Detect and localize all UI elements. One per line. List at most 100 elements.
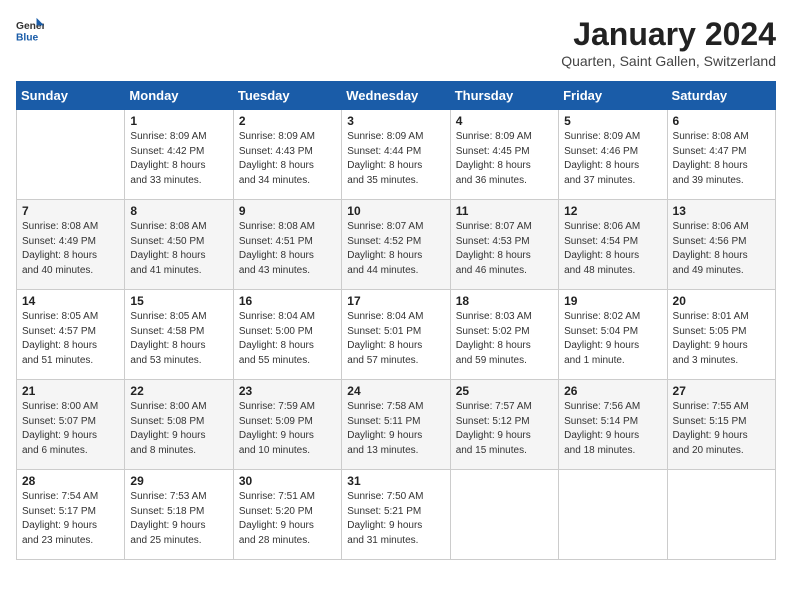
calendar-week-row: 7 Sunrise: 8:08 AM Sunset: 4:49 PM Daylig… <box>17 200 776 290</box>
day-info: Sunrise: 8:04 AM Sunset: 5:01 PM Dayligh… <box>347 310 444 368</box>
day-number: 2 <box>239 114 336 128</box>
calendar-cell: 11Sunrise: 8:07 AM Sunset: 4:53 PM Dayli… <box>450 200 558 290</box>
day-number: 24 <box>347 384 444 398</box>
day-number: 12 <box>564 204 661 218</box>
calendar-cell: 9 Sunrise: 8:08 AM Sunset: 4:51 PM Daylig… <box>233 200 341 290</box>
calendar-table: SundayMondayTuesdayWednesdayThursdayFrid… <box>16 81 776 560</box>
day-info: Sunrise: 7:57 AM Sunset: 5:12 PM Dayligh… <box>456 400 553 458</box>
day-number: 14 <box>22 294 119 308</box>
column-header-sunday: Sunday <box>17 82 125 110</box>
day-info: Sunrise: 8:09 AM Sunset: 4:42 PM Dayligh… <box>130 130 227 188</box>
column-header-friday: Friday <box>559 82 667 110</box>
calendar-cell: 1Sunrise: 8:09 AM Sunset: 4:42 PM Daylig… <box>125 110 233 200</box>
day-info: Sunrise: 8:05 AM Sunset: 4:58 PM Dayligh… <box>130 310 227 368</box>
calendar-cell: 3Sunrise: 8:09 AM Sunset: 4:44 PM Daylig… <box>342 110 450 200</box>
day-info: Sunrise: 8:08 AM Sunset: 4:49 PM Dayligh… <box>22 220 119 278</box>
day-number: 30 <box>239 474 336 488</box>
day-info: Sunrise: 7:58 AM Sunset: 5:11 PM Dayligh… <box>347 400 444 458</box>
day-number: 29 <box>130 474 227 488</box>
calendar-cell: 21 Sunrise: 8:00 AM Sunset: 5:07 PM Dayli… <box>17 380 125 470</box>
calendar-week-row: 21 Sunrise: 8:00 AM Sunset: 5:07 PM Dayli… <box>17 380 776 470</box>
calendar-cell <box>667 470 775 560</box>
day-number: 28 <box>22 474 119 488</box>
calendar-cell: 23 Sunrise: 7:59 AM Sunset: 5:09 PM Dayli… <box>233 380 341 470</box>
calendar-cell: 14 Sunrise: 8:05 AM Sunset: 4:57 PM Dayli… <box>17 290 125 380</box>
svg-text:Blue: Blue <box>16 32 39 43</box>
day-info: Sunrise: 8:05 AM Sunset: 4:57 PM Dayligh… <box>22 310 119 368</box>
day-number: 8 <box>130 204 227 218</box>
day-number: 17 <box>347 294 444 308</box>
calendar-cell: 6 Sunrise: 8:08 AM Sunset: 4:47 PM Daylig… <box>667 110 775 200</box>
day-info: Sunrise: 8:06 AM Sunset: 4:54 PM Dayligh… <box>564 220 661 278</box>
day-info: Sunrise: 8:02 AM Sunset: 5:04 PM Dayligh… <box>564 310 661 368</box>
calendar-cell: 10 Sunrise: 8:07 AM Sunset: 4:52 PM Dayli… <box>342 200 450 290</box>
column-header-tuesday: Tuesday <box>233 82 341 110</box>
calendar-body: 1Sunrise: 8:09 AM Sunset: 4:42 PM Daylig… <box>17 110 776 560</box>
calendar-cell: 13 Sunrise: 8:06 AM Sunset: 4:56 PM Dayli… <box>667 200 775 290</box>
day-number: 20 <box>673 294 770 308</box>
day-info: Sunrise: 8:09 AM Sunset: 4:46 PM Dayligh… <box>564 130 661 188</box>
day-info: Sunrise: 7:59 AM Sunset: 5:09 PM Dayligh… <box>239 400 336 458</box>
calendar-cell: 31 Sunrise: 7:50 AM Sunset: 5:21 PM Dayli… <box>342 470 450 560</box>
location-subtitle: Quarten, Saint Gallen, Switzerland <box>561 53 776 69</box>
header: General Blue January 2024 Quarten, Saint… <box>16 16 776 69</box>
day-number: 16 <box>239 294 336 308</box>
calendar-cell: 7 Sunrise: 8:08 AM Sunset: 4:49 PM Daylig… <box>17 200 125 290</box>
day-number: 7 <box>22 204 119 218</box>
day-number: 25 <box>456 384 553 398</box>
day-number: 18 <box>456 294 553 308</box>
calendar-cell: 17 Sunrise: 8:04 AM Sunset: 5:01 PM Dayli… <box>342 290 450 380</box>
day-info: Sunrise: 8:04 AM Sunset: 5:00 PM Dayligh… <box>239 310 336 368</box>
day-info: Sunrise: 7:50 AM Sunset: 5:21 PM Dayligh… <box>347 490 444 548</box>
day-number: 21 <box>22 384 119 398</box>
day-info: Sunrise: 8:03 AM Sunset: 5:02 PM Dayligh… <box>456 310 553 368</box>
day-number: 10 <box>347 204 444 218</box>
title-area: January 2024 Quarten, Saint Gallen, Swit… <box>561 16 776 69</box>
day-info: Sunrise: 8:08 AM Sunset: 4:47 PM Dayligh… <box>673 130 770 188</box>
day-info: Sunrise: 8:09 AM Sunset: 4:43 PM Dayligh… <box>239 130 336 188</box>
day-number: 31 <box>347 474 444 488</box>
day-number: 13 <box>673 204 770 218</box>
day-number: 9 <box>239 204 336 218</box>
calendar-cell: 26Sunrise: 7:56 AM Sunset: 5:14 PM Dayli… <box>559 380 667 470</box>
column-header-saturday: Saturday <box>667 82 775 110</box>
day-info: Sunrise: 8:08 AM Sunset: 4:51 PM Dayligh… <box>239 220 336 278</box>
logo: General Blue <box>16 16 44 44</box>
calendar-cell: 27 Sunrise: 7:55 AM Sunset: 5:15 PM Dayli… <box>667 380 775 470</box>
calendar-week-row: 1Sunrise: 8:09 AM Sunset: 4:42 PM Daylig… <box>17 110 776 200</box>
day-number: 5 <box>564 114 661 128</box>
month-year-title: January 2024 <box>561 16 776 53</box>
logo-icon: General Blue <box>16 16 44 44</box>
calendar-cell: 22 Sunrise: 8:00 AM Sunset: 5:08 PM Dayli… <box>125 380 233 470</box>
column-header-wednesday: Wednesday <box>342 82 450 110</box>
day-number: 6 <box>673 114 770 128</box>
calendar-cell: 24 Sunrise: 7:58 AM Sunset: 5:11 PM Dayli… <box>342 380 450 470</box>
day-info: Sunrise: 8:06 AM Sunset: 4:56 PM Dayligh… <box>673 220 770 278</box>
calendar-cell: 19 Sunrise: 8:02 AM Sunset: 5:04 PM Dayli… <box>559 290 667 380</box>
calendar-week-row: 14 Sunrise: 8:05 AM Sunset: 4:57 PM Dayli… <box>17 290 776 380</box>
column-header-monday: Monday <box>125 82 233 110</box>
calendar-cell: 4Sunrise: 8:09 AM Sunset: 4:45 PM Daylig… <box>450 110 558 200</box>
day-info: Sunrise: 8:07 AM Sunset: 4:53 PM Dayligh… <box>456 220 553 278</box>
day-info: Sunrise: 7:51 AM Sunset: 5:20 PM Dayligh… <box>239 490 336 548</box>
day-number: 27 <box>673 384 770 398</box>
day-number: 23 <box>239 384 336 398</box>
day-info: Sunrise: 8:09 AM Sunset: 4:45 PM Dayligh… <box>456 130 553 188</box>
day-info: Sunrise: 8:01 AM Sunset: 5:05 PM Dayligh… <box>673 310 770 368</box>
calendar-cell: 20 Sunrise: 8:01 AM Sunset: 5:05 PM Dayli… <box>667 290 775 380</box>
day-number: 19 <box>564 294 661 308</box>
calendar-cell <box>17 110 125 200</box>
column-header-thursday: Thursday <box>450 82 558 110</box>
calendar-header-row: SundayMondayTuesdayWednesdayThursdayFrid… <box>17 82 776 110</box>
calendar-cell: 12 Sunrise: 8:06 AM Sunset: 4:54 PM Dayli… <box>559 200 667 290</box>
calendar-cell: 25 Sunrise: 7:57 AM Sunset: 5:12 PM Dayli… <box>450 380 558 470</box>
day-info: Sunrise: 7:53 AM Sunset: 5:18 PM Dayligh… <box>130 490 227 548</box>
day-info: Sunrise: 8:00 AM Sunset: 5:07 PM Dayligh… <box>22 400 119 458</box>
day-number: 26 <box>564 384 661 398</box>
day-info: Sunrise: 7:55 AM Sunset: 5:15 PM Dayligh… <box>673 400 770 458</box>
day-info: Sunrise: 8:00 AM Sunset: 5:08 PM Dayligh… <box>130 400 227 458</box>
day-info: Sunrise: 8:07 AM Sunset: 4:52 PM Dayligh… <box>347 220 444 278</box>
calendar-cell <box>559 470 667 560</box>
day-number: 3 <box>347 114 444 128</box>
day-number: 22 <box>130 384 227 398</box>
